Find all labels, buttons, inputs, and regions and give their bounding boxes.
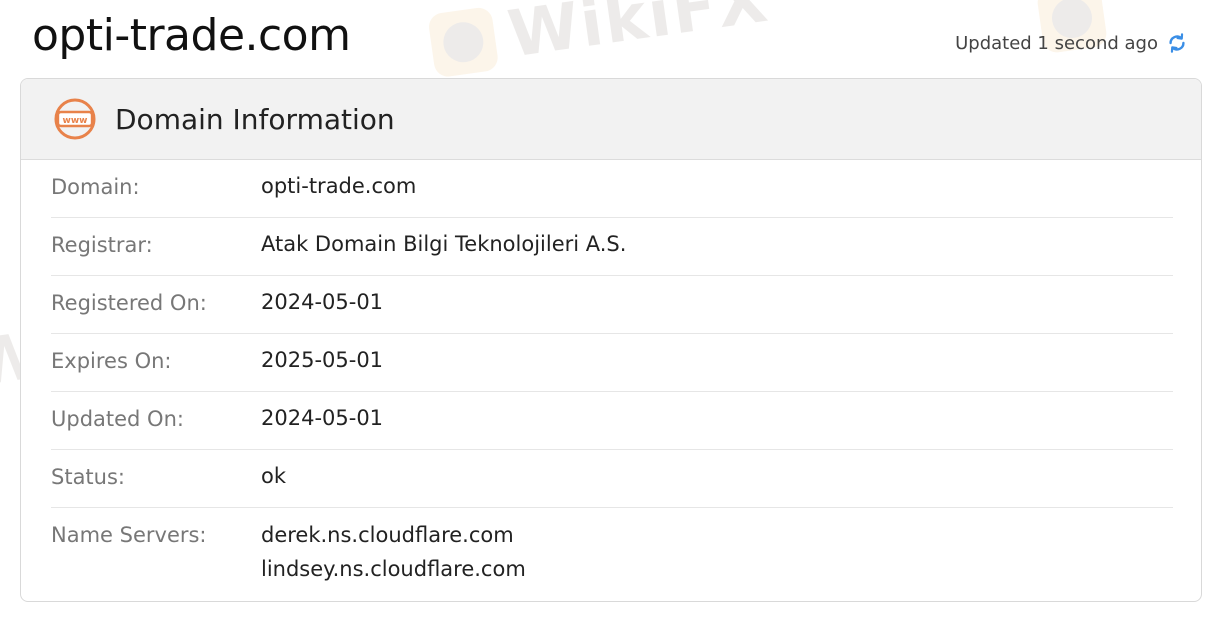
update-status: Updated 1 second ago <box>955 32 1188 54</box>
name-server: lindsey.ns.cloudflare.com <box>261 557 526 581</box>
row-label: Registered On: <box>51 291 207 315</box>
info-row-status: Status: ok <box>51 450 1173 508</box>
page-title: opti-trade.com <box>32 10 351 61</box>
info-row-expires-on: Expires On: 2025-05-01 <box>51 334 1173 392</box>
watermark-logo-icon <box>427 6 500 79</box>
row-value: ok <box>261 464 287 488</box>
info-row-updated-on: Updated On: 2024-05-01 <box>51 392 1173 450</box>
row-value: 2025-05-01 <box>261 348 384 372</box>
info-row-registered-on: Registered On: 2024-05-01 <box>51 276 1173 334</box>
www-icon: www <box>53 97 97 141</box>
row-value: opti-trade.com <box>261 174 417 198</box>
row-label: Name Servers: <box>51 523 207 547</box>
row-value: 2024-05-01 <box>261 406 384 430</box>
watermark-top: WikiFX <box>427 0 774 83</box>
updated-text: Updated 1 second ago <box>955 32 1158 54</box>
card-title: Domain Information <box>115 102 395 136</box>
row-value: Atak Domain Bilgi Teknolojileri A.S. <box>261 232 627 256</box>
info-row-domain: Domain: opti-trade.com <box>51 160 1173 218</box>
row-label: Expires On: <box>51 349 172 373</box>
page: WikiFX WikiFX WikiFX opti-trade.com Upda… <box>0 0 1222 619</box>
domain-info-card: www Domain Information Domain: opti-trad… <box>20 78 1202 602</box>
name-server: derek.ns.cloudflare.com <box>261 523 514 547</box>
refresh-icon[interactable] <box>1166 32 1188 54</box>
row-label: Domain: <box>51 175 140 199</box>
row-value: 2024-05-01 <box>261 290 384 314</box>
info-row-name-servers: Name Servers: derek.ns.cloudflare.com li… <box>51 508 1173 586</box>
card-header: www Domain Information <box>21 79 1201 160</box>
info-row-registrar: Registrar: Atak Domain Bilgi Teknolojile… <box>51 218 1173 276</box>
info-rows: Domain: opti-trade.com Registrar: Atak D… <box>21 160 1201 586</box>
watermark-text: WikiFX <box>503 0 774 73</box>
name-servers-list: derek.ns.cloudflare.com lindsey.ns.cloud… <box>261 518 526 586</box>
row-label: Registrar: <box>51 233 153 257</box>
row-label: Status: <box>51 465 125 489</box>
row-label: Updated On: <box>51 407 184 431</box>
www-icon-text: www <box>63 116 88 126</box>
